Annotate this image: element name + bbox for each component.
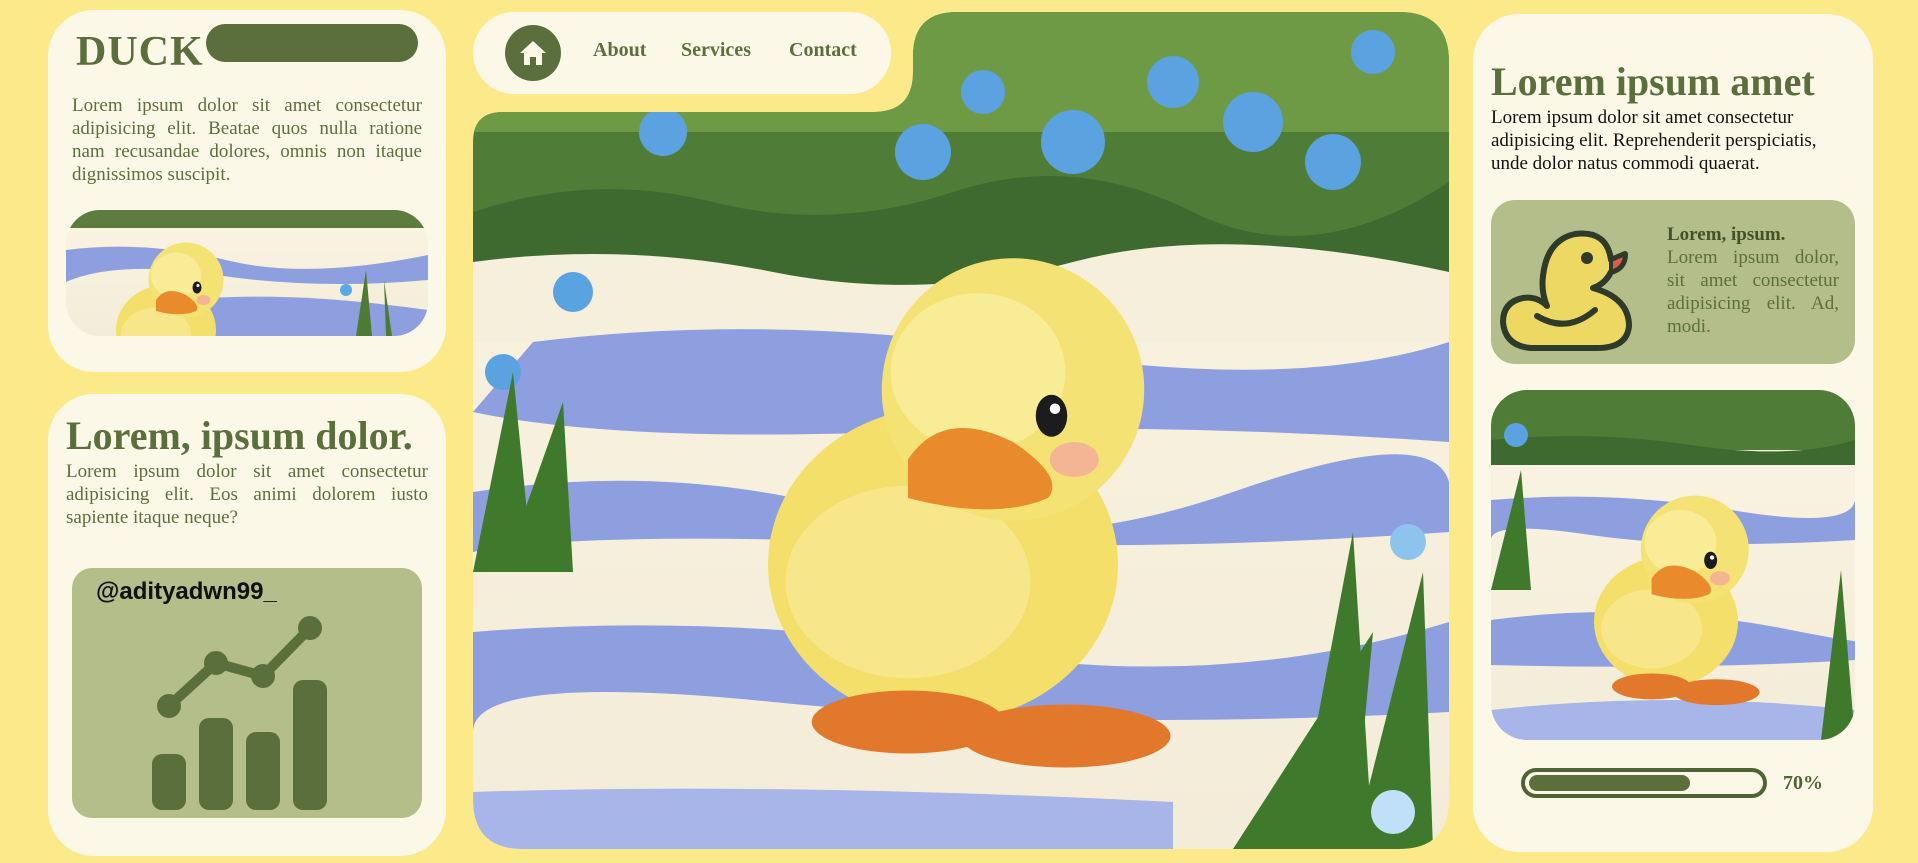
brand-title: DUCK (76, 29, 204, 75)
info-description: Lorem ipsum dolor sit amet consectetur a… (1491, 107, 1817, 174)
nav-link-about[interactable]: About (593, 39, 646, 62)
author-handle: @adityadwn99_ (96, 578, 277, 605)
stats-card: Lorem, ipsum dolor. Lorem ipsum dolor si… (48, 394, 446, 856)
rubber-duck-icon (1500, 230, 1632, 351)
home-button[interactable] (505, 25, 561, 81)
feature-heading: Lorem, ipsum. (1667, 224, 1786, 245)
stats-title: Lorem, ipsum dolor. (66, 413, 413, 458)
stats-panel: @adityadwn99_ (72, 568, 422, 818)
progress-label: 70% (1783, 772, 1823, 794)
stats-description: Lorem ipsum dolor sit amet consectetur a… (66, 461, 428, 528)
nav-link-contact[interactable]: Contact (789, 39, 857, 62)
info-card: Lorem ipsum amet Lorem ipsum dolor sit a… (1473, 14, 1873, 852)
duckling-photo (1491, 390, 1855, 740)
progress-fill (1529, 775, 1690, 791)
brand-pill (206, 24, 418, 62)
top-navigation: About Services Contact (473, 12, 891, 94)
hero-duckling-image (473, 12, 1449, 849)
brand-description: Lorem ipsum dolor sit amet consectetur a… (72, 95, 422, 185)
feature-text: Lorem ipsum dolor, sit amet consectetur … (1667, 247, 1839, 337)
progress-bar (1521, 768, 1767, 798)
nav-link-services[interactable]: Services (681, 39, 751, 62)
info-title: Lorem ipsum amet (1491, 59, 1815, 104)
brand-card: DUCK Lorem ipsum dolor sit amet consecte… (48, 10, 446, 372)
feature-panel: Lorem, ipsum. Lorem ipsum dolor, sit ame… (1491, 200, 1855, 364)
home-icon (520, 41, 546, 65)
duck-thumbnail-image (66, 210, 428, 336)
